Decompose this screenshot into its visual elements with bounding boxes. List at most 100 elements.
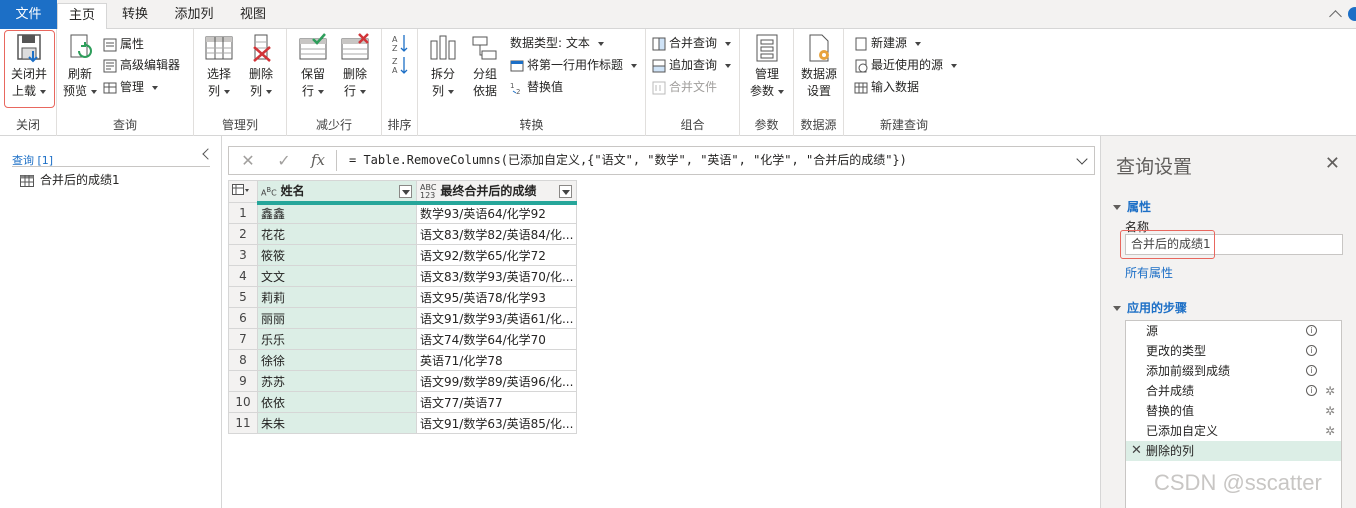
new-source-button[interactable]: 新建源 [854, 33, 921, 53]
commit-formula-icon[interactable]: ✓ [267, 147, 301, 174]
gear-icon[interactable]: ✲ [1325, 401, 1335, 421]
cell-final-score[interactable]: 语文91/数学93/英语61/化... [416, 307, 577, 329]
all-properties-link[interactable]: 所有属性 [1125, 264, 1173, 281]
sort-descending-button[interactable]: ZA [392, 55, 408, 75]
tab-home[interactable]: 主页 [57, 3, 107, 30]
cell-name[interactable]: 徐徐 [257, 349, 417, 371]
advanced-editor-button[interactable]: 高级编辑器 [103, 55, 180, 75]
info-icon[interactable]: i [1306, 385, 1317, 396]
table-menu-icon[interactable] [228, 180, 258, 203]
table-row[interactable]: 5 莉莉 语文95/英语78/化学93 [228, 286, 577, 308]
cancel-formula-icon[interactable]: ✕ [231, 147, 265, 174]
table-row[interactable]: 6 丽丽 语文91/数学93/英语61/化... [228, 307, 577, 329]
tab-view[interactable]: 视图 [229, 3, 277, 29]
collapse-ribbon-icon[interactable] [1329, 10, 1342, 23]
cell-final-score[interactable]: 语文99/数学89/英语96/化... [416, 370, 577, 392]
gear-icon[interactable]: ✲ [1325, 381, 1335, 401]
sort-ascending-button[interactable]: AZ [392, 33, 408, 53]
manage-parameters-button[interactable]: 管理 参数 [747, 33, 787, 100]
properties-section-header[interactable]: 属性 [1113, 198, 1151, 215]
table-row[interactable]: 11 朱朱 语文91/数学63/英语85/化... [228, 412, 577, 434]
table-row[interactable]: 3 筱筱 语文92/数学65/化学72 [228, 244, 577, 266]
cell-final-score[interactable]: 语文83/数学82/英语84/化... [416, 223, 577, 245]
column-header-final-score[interactable]: ABC 123 最终合并后的成绩 [416, 180, 577, 205]
remove-rows-button[interactable]: 删除 行 [335, 33, 375, 100]
fx-icon[interactable]: fx [301, 147, 335, 174]
expand-formula-icon[interactable] [1076, 153, 1088, 165]
delete-step-icon[interactable]: ✕ [1131, 441, 1142, 461]
applied-step[interactable]: 合并成绩 i ✲ [1126, 381, 1341, 401]
query-item[interactable]: 合并后的成绩1 [20, 171, 120, 188]
tab-transform[interactable]: 转换 [110, 3, 160, 29]
merge-queries-button[interactable]: 合并查询 [652, 33, 731, 53]
close-and-load-button[interactable]: 关闭并 上载 [6, 33, 52, 100]
enter-data-button[interactable]: 输入数据 [854, 77, 919, 97]
info-icon[interactable]: i [1306, 325, 1317, 336]
applied-step[interactable]: 已添加自定义 ✲ [1126, 421, 1341, 441]
use-first-row-headers-button[interactable]: 将第一行用作标题 [510, 55, 637, 75]
refresh-preview-button[interactable]: 刷新 预览 [61, 33, 99, 100]
info-icon[interactable]: i [1306, 365, 1317, 376]
applied-step[interactable]: 替换的值 ✲ [1126, 401, 1341, 421]
cell-name[interactable]: 朱朱 [257, 412, 417, 434]
cell-name[interactable]: 苏苏 [257, 370, 417, 392]
cell-name[interactable]: 依依 [257, 391, 417, 413]
data-source-settings-button[interactable]: 数据源 设置 [798, 33, 840, 100]
applied-steps-header[interactable]: 应用的步骤 [1113, 299, 1187, 316]
table-row[interactable]: 9 苏苏 语文99/数学89/英语96/化... [228, 370, 577, 392]
group-new-query: 新建源 最近使用的源 输入数据 新建查询 [844, 29, 964, 136]
cell-name[interactable]: 乐乐 [257, 328, 417, 350]
cell-name[interactable]: 筱筱 [257, 244, 417, 266]
cell-final-score[interactable]: 数学93/英语64/化学92 [416, 202, 577, 224]
cell-name[interactable]: 花花 [257, 223, 417, 245]
table-row[interactable]: 1 鑫鑫 数学93/英语64/化学92 [228, 202, 577, 224]
applied-step[interactable]: 源i [1126, 321, 1341, 341]
help-icon[interactable] [1348, 7, 1356, 21]
group-by-button[interactable]: 分组 依据 [466, 33, 504, 100]
keep-rows-button[interactable]: 保留 行 [293, 33, 333, 100]
tab-file[interactable]: 文件 [0, 0, 57, 29]
applied-step[interactable]: ✕ 删除的列 [1126, 441, 1341, 461]
advanced-editor-label: 高级编辑器 [120, 58, 181, 72]
collapse-pane-icon[interactable] [202, 148, 214, 160]
replace-values-button[interactable]: 1 2 替换值 [510, 77, 563, 97]
split-column-button[interactable]: 拆分 列 [424, 33, 462, 100]
data-type-dropdown[interactable]: 数据类型: 文本 [510, 33, 604, 53]
append-queries-button[interactable]: 追加查询 [652, 55, 731, 75]
cell-final-score[interactable]: 英语71/化学78 [416, 349, 577, 371]
column-header-name[interactable]: ABC 姓名 [257, 180, 417, 205]
manage-button[interactable]: 管理 [103, 77, 158, 97]
properties-button[interactable]: 属性 [103, 34, 144, 54]
applied-step-label: 添加前缀到成绩 [1146, 364, 1231, 378]
cell-name[interactable]: 鑫鑫 [257, 202, 417, 224]
choose-columns-button[interactable]: 选择 列 [200, 33, 238, 100]
table-row[interactable]: 10 依依 语文77/英语77 [228, 391, 577, 413]
any-type-icon: ABC 123 [420, 182, 437, 200]
formula-text[interactable]: = Table.RemoveColumns(已添加自定义,{"语文", "数学"… [349, 147, 907, 174]
combine-files-button[interactable]: 合并文件 [652, 77, 717, 97]
cell-final-score[interactable]: 语文91/数学63/英语85/化... [416, 412, 577, 434]
tab-add-column[interactable]: 添加列 [163, 3, 225, 29]
table-row[interactable]: 7 乐乐 语文74/数学64/化学70 [228, 328, 577, 350]
applied-step[interactable]: 添加前缀到成绩 i [1126, 361, 1341, 381]
gear-icon[interactable]: ✲ [1325, 421, 1335, 441]
column-filter-dropdown[interactable] [559, 185, 572, 198]
table-row[interactable]: 2 花花 语文83/数学82/英语84/化... [228, 223, 577, 245]
cell-final-score[interactable]: 语文74/数学64/化学70 [416, 328, 577, 350]
recent-sources-button[interactable]: 最近使用的源 [854, 55, 957, 75]
remove-columns-button[interactable]: 删除 列 [242, 33, 280, 100]
cell-final-score[interactable]: 语文92/数学65/化学72 [416, 244, 577, 266]
cell-final-score[interactable]: 语文77/英语77 [416, 391, 577, 413]
refresh-icon [70, 34, 92, 58]
applied-step[interactable]: 更改的类型 i [1126, 341, 1341, 361]
close-icon[interactable]: ✕ [1325, 155, 1340, 173]
table-row[interactable]: 8 徐徐 英语71/化学78 [228, 349, 577, 371]
cell-name[interactable]: 丽丽 [257, 307, 417, 329]
column-filter-dropdown[interactable] [399, 185, 412, 198]
cell-name[interactable]: 莉莉 [257, 286, 417, 308]
cell-final-score[interactable]: 语文95/英语78/化学93 [416, 286, 577, 308]
info-icon[interactable]: i [1306, 345, 1317, 356]
cell-final-score[interactable]: 语文83/数学93/英语70/化... [416, 265, 577, 287]
cell-name[interactable]: 文文 [257, 265, 417, 287]
table-row[interactable]: 4 文文 语文83/数学93/英语70/化... [228, 265, 577, 287]
